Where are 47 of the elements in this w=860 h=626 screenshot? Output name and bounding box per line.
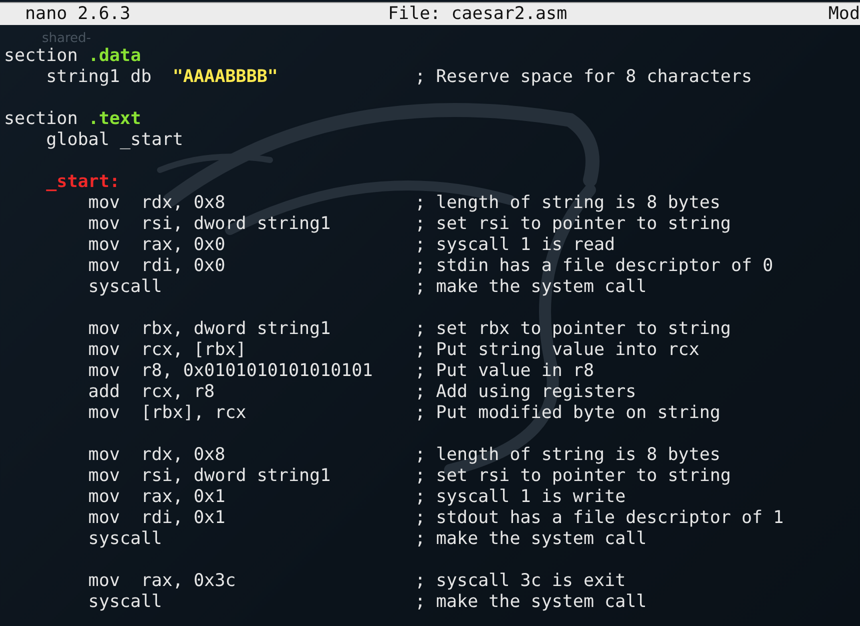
code-comment: ; set rsi to pointer to string — [414, 466, 731, 487]
section-name: .data — [88, 46, 141, 67]
code-comment: ; make the system call — [414, 529, 647, 550]
code-text: syscall — [88, 529, 162, 550]
code-comment: ; Put value in r8 — [414, 361, 594, 382]
code-comment: ; Put string value into rcx — [414, 340, 700, 361]
code-comment: ; Add using registers — [414, 382, 636, 403]
code-text: mov rdx, 0x8 — [88, 445, 226, 466]
code-keyword: section — [4, 109, 78, 130]
string-literal: "AAAABBBB" — [172, 67, 278, 88]
code-comment: ; syscall 1 is write — [414, 487, 626, 508]
code-text: mov rsi, dword string1 — [88, 466, 331, 487]
code-text: string1 db — [46, 67, 152, 88]
code-text: mov rdx, 0x8 — [88, 193, 226, 214]
code-text: syscall — [88, 592, 162, 613]
code-text: mov rdi, 0x0 — [88, 256, 226, 277]
code-comment: ; Reserve space for 8 characters — [414, 67, 752, 88]
code-text: syscall — [88, 277, 162, 298]
code-text: mov rax, 0x1 — [88, 487, 226, 508]
editor-version: nano 2.6.3 — [25, 3, 132, 25]
code-text: mov rax, 0x3c — [88, 571, 236, 592]
desktop-icon-label: shared- — [42, 31, 91, 46]
code-comment: ; syscall 3c is exit — [414, 571, 626, 592]
code-comment: ; stdin has a file descriptor of 0 — [414, 256, 774, 277]
code-keyword: section — [4, 46, 78, 67]
code-text: mov rsi, dword string1 — [88, 214, 331, 235]
code-text: mov rbx, dword string1 — [88, 319, 331, 340]
code-comment: ; set rbx to pointer to string — [414, 319, 731, 340]
modified-status: Mod — [828, 3, 860, 25]
code-text: global _start — [46, 130, 184, 151]
code-text: mov rdi, 0x1 — [88, 508, 226, 529]
code-text: mov rcx, [rbx] — [88, 340, 246, 361]
code-comment: ; syscall 1 is read — [414, 235, 616, 256]
code-comment: ; stdout has a file descriptor of 1 — [414, 508, 784, 529]
code-comment: ; make the system call — [414, 592, 647, 613]
code-text: mov rax, 0x0 — [88, 235, 226, 256]
code-comment: ; set rsi to pointer to string — [414, 214, 731, 235]
code-text: add rcx, r8 — [88, 382, 215, 403]
section-name: .text — [88, 109, 141, 130]
file-name: File: caesar2.asm — [388, 3, 568, 25]
code-label: _start: — [46, 172, 120, 193]
code-comment: ; length of string is 8 bytes — [414, 445, 720, 466]
code-comment: ; Put modified byte on string — [414, 403, 720, 424]
code-text: mov r8, 0x0101010101010101 — [88, 361, 373, 382]
code-comment: ; length of string is 8 bytes — [414, 193, 720, 214]
code-comment: ; make the system call — [414, 277, 647, 298]
code-text: mov [rbx], rcx — [88, 403, 246, 424]
